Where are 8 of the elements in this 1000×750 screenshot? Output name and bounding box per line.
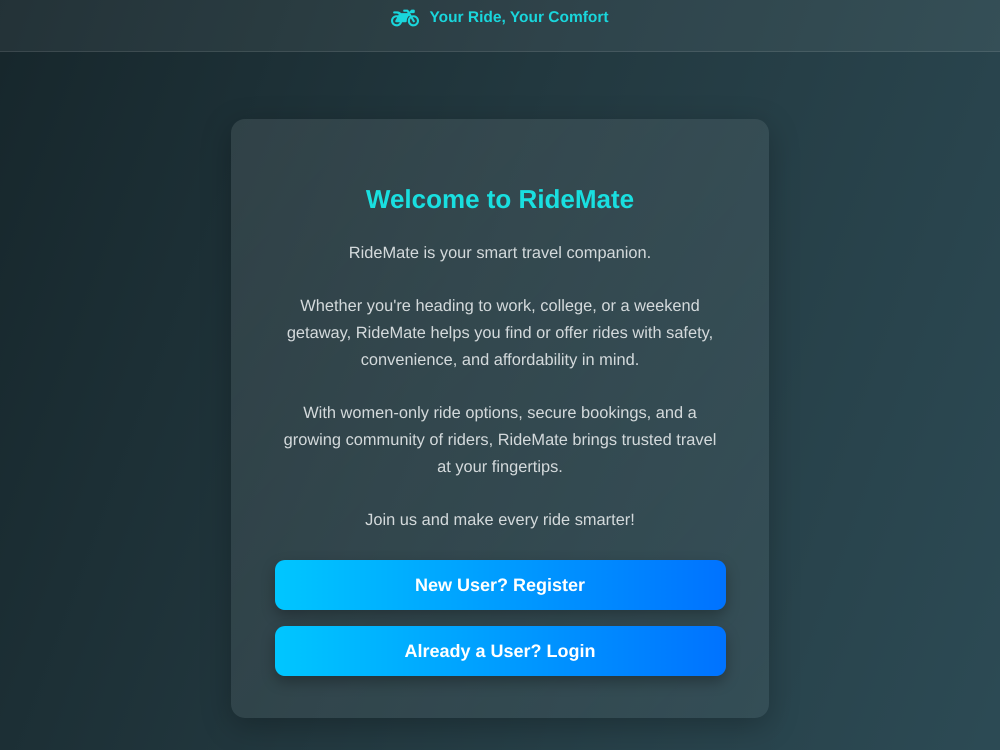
welcome-title: Welcome to RideMate bbox=[366, 183, 634, 215]
intro-paragraph: Join us and make every ride smarter! bbox=[365, 510, 635, 532]
tagline: Your Ride, Your Comfort bbox=[429, 8, 609, 28]
login-button[interactable]: Already a User? Login bbox=[274, 626, 726, 676]
intro-paragraph: Whether you're heading to work, college, or a weekend getaway, RideMate helps you find or offer rides with safety, convenience, and affordability in mind. bbox=[286, 296, 714, 371]
register-button[interactable]: New User? Register bbox=[274, 560, 726, 610]
intro-paragraph: With women-only ride options, secure bookings, and a growing community of riders, RideMate brings trusted travel at your fingertips. bbox=[282, 403, 718, 478]
intro-paragraph: RideMate is your smart travel companion. bbox=[348, 243, 652, 264]
